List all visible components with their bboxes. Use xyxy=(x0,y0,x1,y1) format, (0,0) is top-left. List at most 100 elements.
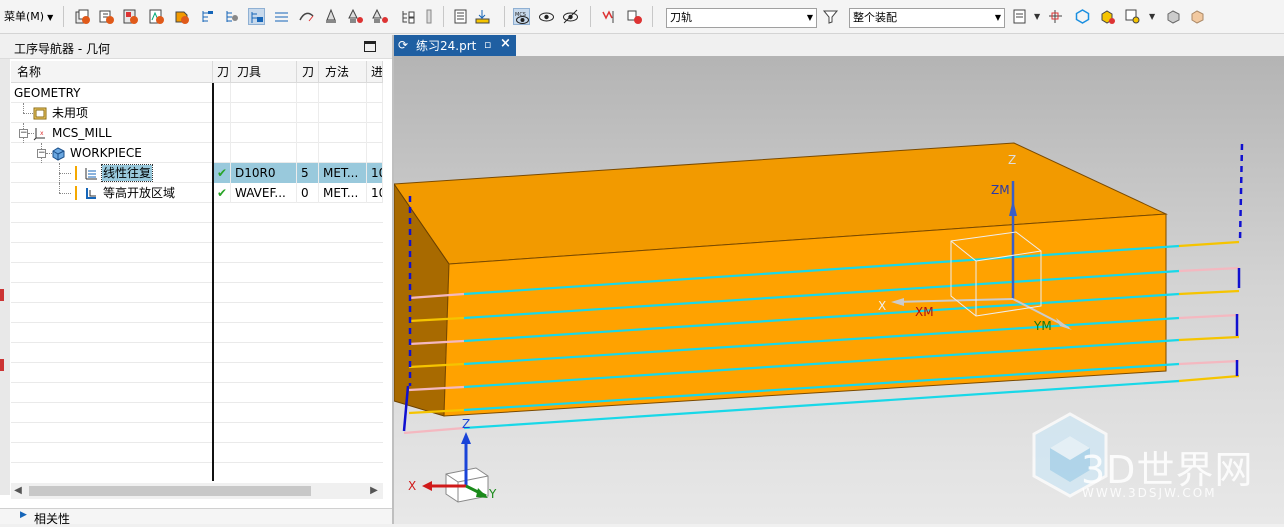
part-file-icon: ⟳ xyxy=(398,38,409,52)
axis-label-ym: YM xyxy=(1033,319,1052,333)
select-face-icon[interactable] xyxy=(1047,8,1064,25)
empty-row xyxy=(11,323,383,343)
show-toolpath-icon[interactable] xyxy=(538,8,555,25)
related-panel-header[interactable]: ▶ 相关性 xyxy=(0,508,393,526)
row-name-cell: − WORKPIECE xyxy=(11,143,213,163)
tool-cell: WAVEF... xyxy=(231,183,297,203)
column-divider[interactable] xyxy=(212,83,214,481)
empty-row xyxy=(11,243,383,263)
triad-label-x: X xyxy=(408,479,416,493)
expand-icon: ▶ xyxy=(20,510,27,520)
column-header-tool[interactable]: 刀具 xyxy=(231,61,297,83)
create-method-icon[interactable] xyxy=(148,8,165,25)
render-style-2-icon[interactable] xyxy=(1189,8,1206,25)
node-label: WORKPIECE xyxy=(70,146,142,160)
geometry-view-icon[interactable] xyxy=(248,8,265,25)
checkmark-icon: ✔ xyxy=(217,186,228,200)
unused-items-icon xyxy=(33,106,48,121)
tree-row-operation-zigzag[interactable]: 线性往复 ✔ D10R0 5 MET... 10 xyxy=(11,163,383,183)
toolbar-separator xyxy=(504,6,505,27)
navigator-grid: 名称 刀 刀具 刀 方法 进 GEOMETRY 未用项 − x MCS_MILL… xyxy=(11,61,383,481)
create-operation-icon[interactable] xyxy=(173,8,190,25)
rapid-move-right xyxy=(1238,143,1244,242)
document-tab[interactable]: ⟳ 练习24.prt ▫ × xyxy=(394,35,516,56)
horizontal-scrollbar[interactable]: ◀ ▶ xyxy=(11,483,383,499)
scroll-right-icon[interactable]: ▶ xyxy=(367,483,381,499)
tree-row-operation-zlevel[interactable]: 等高开放区域 ✔ WAVEF... 0 MET... 10 xyxy=(11,183,383,203)
empty-row xyxy=(11,443,383,463)
empty-row xyxy=(11,423,383,443)
scope-value: 整个装配 xyxy=(853,11,897,24)
create-geometry-icon[interactable] xyxy=(122,8,139,25)
node-label: MCS_MILL xyxy=(52,126,112,140)
status-cell: ✔ xyxy=(213,183,231,203)
feature-navigator-icon[interactable] xyxy=(626,8,643,25)
maximize-icon[interactable] xyxy=(364,41,376,52)
node-label: 等高开放区域 xyxy=(103,186,176,200)
status-bar-icon xyxy=(75,166,77,180)
postprocess-icon[interactable] xyxy=(400,8,417,25)
scroll-left-icon[interactable]: ◀ xyxy=(11,483,25,499)
create-program-icon[interactable] xyxy=(74,8,91,25)
menu-button[interactable]: 菜单(M) ▼ xyxy=(2,7,55,27)
toolpath-segment xyxy=(1178,289,1240,296)
row-name-cell: GEOMETRY xyxy=(11,83,213,103)
collapse-icon[interactable]: − xyxy=(37,149,46,158)
output-cls-2-icon[interactable] xyxy=(474,8,491,25)
mcs-display-icon[interactable]: MCS xyxy=(513,8,530,25)
tree-row-geometry[interactable]: GEOMETRY xyxy=(11,83,383,103)
output-cls-icon[interactable] xyxy=(452,8,469,25)
toolbar-separator xyxy=(590,6,591,27)
tree-row-workpiece[interactable]: − WORKPIECE xyxy=(11,143,383,163)
scope-dropdown[interactable]: 整个装配 ▼ xyxy=(849,8,1005,28)
row-name-cell: 等高开放区域 xyxy=(11,183,213,203)
column-header-status[interactable]: 刀 xyxy=(213,61,231,83)
tool-cell: D10R0 xyxy=(231,163,297,183)
navigator-title: 工序导航器 - 几何 xyxy=(14,42,110,56)
chevron-down-icon[interactable]: ▼ xyxy=(1149,12,1155,21)
close-icon[interactable]: × xyxy=(500,36,511,51)
watermark-url: WWW.3DSJW.COM xyxy=(1082,486,1217,500)
program-order-view-icon[interactable] xyxy=(200,8,217,25)
node-label: GEOMETRY xyxy=(14,86,81,100)
replay-toolpath-icon[interactable] xyxy=(323,8,340,25)
axis-label-zm: ZM xyxy=(991,183,1010,197)
graphics-viewport[interactable]: Z ZM X XM YM Z X Y 3D世界网 WWW.3DSJW.COM xyxy=(394,56,1284,524)
toolpath-segment xyxy=(403,426,465,435)
column-header-feed[interactable]: 进 xyxy=(367,61,383,83)
toolbar-separator xyxy=(443,6,444,27)
row-name-cell: 未用项 xyxy=(11,103,213,123)
chevron-down-icon: ▼ xyxy=(806,13,813,22)
empty-row xyxy=(11,363,383,383)
select-body-icon[interactable] xyxy=(1074,8,1091,25)
chevron-down-icon[interactable]: ▼ xyxy=(1034,12,1040,21)
column-header-method[interactable]: 方法 xyxy=(319,61,367,83)
scrollbar-thumb[interactable] xyxy=(29,486,311,496)
select-component-icon[interactable] xyxy=(1099,8,1116,25)
generate-toolpath-icon[interactable] xyxy=(298,8,315,25)
machining-method-view-icon[interactable] xyxy=(273,8,290,25)
type-filter-dropdown[interactable]: 刀轨 ▼ xyxy=(666,8,817,28)
select-point-icon[interactable] xyxy=(1124,8,1141,25)
column-header-name[interactable]: 名称 xyxy=(11,61,213,83)
render-style-icon[interactable] xyxy=(1165,8,1182,25)
svg-text:x: x xyxy=(40,130,44,137)
tree-row-mcs-mill[interactable]: − x MCS_MILL xyxy=(11,123,383,143)
select-snap-icon[interactable] xyxy=(1012,8,1029,25)
shop-docs-icon[interactable] xyxy=(422,8,439,25)
hide-toolpath-icon[interactable] xyxy=(562,8,579,25)
empty-row xyxy=(11,203,383,223)
column-header-tool-number[interactable]: 刀 xyxy=(297,61,319,83)
machine-simulation-icon[interactable] xyxy=(372,8,389,25)
verify-toolpath-icon[interactable] xyxy=(347,8,364,25)
create-tool-icon[interactable] xyxy=(98,8,115,25)
toolpath-segment xyxy=(1178,359,1240,366)
tree-row-unused-items[interactable]: 未用项 xyxy=(11,103,383,123)
node-label: 线性往复 xyxy=(100,164,154,182)
strip-marker xyxy=(0,359,4,371)
feature-icon[interactable] xyxy=(601,8,618,25)
pin-icon[interactable]: ▫ xyxy=(484,38,491,51)
filter-icon[interactable] xyxy=(822,8,839,25)
machine-tool-view-icon[interactable] xyxy=(224,8,241,25)
collapse-icon[interactable]: − xyxy=(19,129,28,138)
